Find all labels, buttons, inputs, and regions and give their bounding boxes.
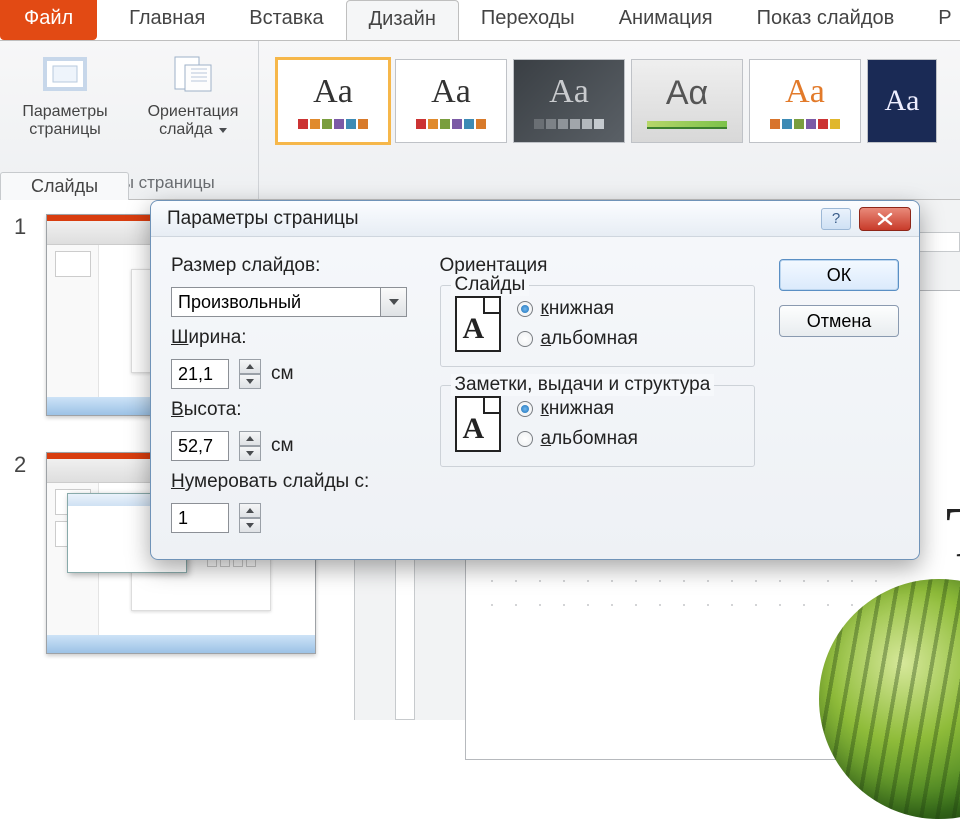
notes-landscape-radio[interactable]: альбомная bbox=[517, 428, 638, 450]
theme-thumb-1[interactable]: Aa bbox=[277, 59, 389, 143]
notes-portrait-radio[interactable]: книжная bbox=[517, 398, 638, 420]
height-input[interactable] bbox=[171, 431, 229, 461]
orientation-label-2: слайда bbox=[159, 121, 227, 139]
tab-home[interactable]: Главная bbox=[107, 0, 227, 40]
ribbon-tabs: Файл Главная Вставка Дизайн Переходы Ани… bbox=[0, 0, 960, 40]
tab-design[interactable]: Дизайн bbox=[346, 0, 459, 40]
group-themes: Aa Aa Aa Aα Aa bbox=[259, 41, 955, 199]
tab-transitions[interactable]: Переходы bbox=[459, 0, 597, 40]
page-setup-dialog: Параметры страницы ? Размер слайдов: Шир… bbox=[150, 200, 920, 560]
tab-slideshow[interactable]: Показ слайдов bbox=[735, 0, 917, 40]
slides-group-legend: Слайды bbox=[451, 274, 530, 296]
page-portrait-icon: A bbox=[455, 296, 501, 352]
slides-landscape-radio[interactable]: альбомная bbox=[517, 328, 638, 350]
number-spin-up[interactable] bbox=[239, 503, 261, 518]
page-portrait-icon: A bbox=[455, 396, 501, 452]
theme-thumb-3[interactable]: Aa bbox=[513, 59, 625, 143]
page-setup-label-1: Параметры bbox=[22, 103, 107, 121]
ribbon: Параметры страницы Ориентация слайда bbox=[0, 40, 960, 200]
theme-thumb-5[interactable]: Aa bbox=[749, 59, 861, 143]
tab-file[interactable]: Файл bbox=[0, 0, 97, 40]
width-input[interactable] bbox=[171, 359, 229, 389]
dialog-help-button[interactable]: ? bbox=[821, 208, 851, 230]
dialog-title: Параметры страницы bbox=[167, 208, 821, 230]
height-label: Высота: bbox=[171, 399, 416, 421]
slide-orientation-button[interactable]: Ориентация слайда bbox=[138, 49, 248, 140]
ok-button[interactable]: ОК bbox=[779, 259, 899, 291]
width-label: Ширина: bbox=[171, 327, 416, 349]
theme-thumb-2[interactable]: Aa bbox=[395, 59, 507, 143]
orientation-icon bbox=[169, 53, 217, 97]
slides-portrait-radio[interactable]: книжная bbox=[517, 298, 638, 320]
width-spin-up[interactable] bbox=[239, 359, 261, 374]
number-from-label: Нумеровать слайды с: bbox=[171, 471, 416, 493]
height-spin-down[interactable] bbox=[239, 446, 261, 461]
slide-size-select[interactable] bbox=[171, 287, 381, 317]
slide-size-label: Размер слайдов: bbox=[171, 255, 416, 277]
height-spin-up[interactable] bbox=[239, 431, 261, 446]
notes-group-legend: Заметки, выдачи и структура bbox=[451, 374, 715, 396]
number-spin-down[interactable] bbox=[239, 518, 261, 533]
slide-size-dropdown[interactable] bbox=[381, 287, 407, 317]
cancel-button[interactable]: Отмена bbox=[779, 305, 899, 337]
number-from-input[interactable] bbox=[171, 503, 229, 533]
slide-number: 2 bbox=[14, 452, 32, 654]
width-spin-down[interactable] bbox=[239, 374, 261, 389]
dialog-close-button[interactable] bbox=[859, 207, 911, 231]
slides-orientation-group: Слайды A книжная альбомная bbox=[440, 285, 756, 367]
theme-thumb-4[interactable]: Aα bbox=[631, 59, 743, 143]
tab-animation[interactable]: Анимация bbox=[597, 0, 735, 40]
close-icon bbox=[876, 212, 894, 226]
text-fragment: Те bbox=[946, 491, 960, 574]
height-unit: см bbox=[271, 435, 294, 457]
page-setup-label-2: страницы bbox=[29, 121, 101, 139]
slide-number: 1 bbox=[14, 214, 32, 416]
page-setup-icon bbox=[41, 53, 89, 97]
page-setup-button[interactable]: Параметры страницы bbox=[10, 49, 120, 140]
orientation-label-1: Ориентация bbox=[148, 103, 239, 121]
tab-insert[interactable]: Вставка bbox=[227, 0, 345, 40]
dialog-titlebar[interactable]: Параметры страницы ? bbox=[151, 201, 919, 237]
width-unit: см bbox=[271, 363, 294, 385]
notes-orientation-group: Заметки, выдачи и структура A книжная ал… bbox=[440, 385, 756, 467]
theme-thumb-6[interactable]: Aa bbox=[867, 59, 937, 143]
tab-cut[interactable]: Р bbox=[916, 0, 955, 40]
